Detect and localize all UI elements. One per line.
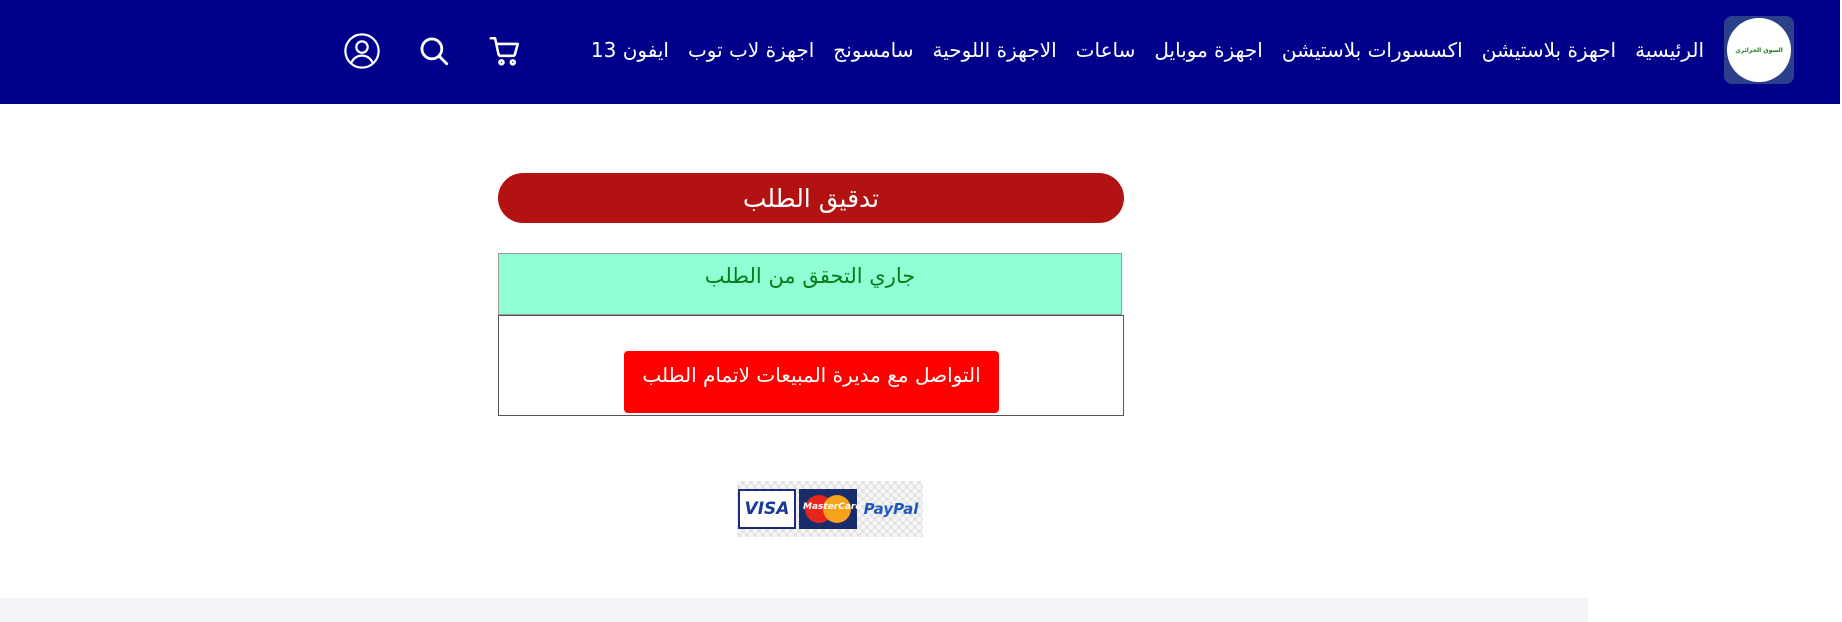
nav-item-mobile-devices[interactable]: اجهزة موبايل — [1154, 38, 1262, 62]
visa-logo: VISA — [738, 489, 796, 529]
nav-item-watches[interactable]: ساعات — [1076, 38, 1136, 62]
logo-text: السوق الجزائري — [1735, 46, 1783, 54]
nav-item-samsung[interactable]: سامسونج — [833, 38, 913, 62]
mastercard-label: MasterCard — [803, 502, 862, 512]
contact-sales-button[interactable]: التواصل مع مديرة المبيعات لاتمام الطلب — [624, 351, 999, 413]
nav-item-tablets[interactable]: الاجهزة اللوحية — [933, 38, 1057, 62]
mastercard-logo: MasterCard — [799, 489, 862, 529]
paypal-logo: PayPal — [860, 489, 922, 529]
paypal-label: PayPal — [863, 500, 919, 518]
nav-item-laptops[interactable]: اجهزة لاب توب — [688, 38, 814, 62]
visa-label: VISA — [744, 499, 790, 519]
main-nav: الرئيسية اجهزة بلاستيشن اكسسورات بلاستيش… — [591, 38, 1704, 62]
footer-strip — [0, 598, 1588, 622]
site-header: السوق الجزائري الرئيسية اجهزة بلاستيشن ا… — [0, 0, 1840, 104]
cart-icon[interactable] — [486, 32, 524, 70]
nav-item-playstation-accessories[interactable]: اكسسورات بلاستيشن — [1282, 38, 1463, 62]
mastercard-circles: MasterCard — [803, 494, 862, 524]
payment-methods: VISA MasterCard PayPal — [737, 481, 923, 537]
logo-badge: السوق الجزائري — [1727, 18, 1791, 82]
nav-item-playstation-devices[interactable]: اجهزة بلاستيشن — [1482, 38, 1616, 62]
site-logo[interactable]: السوق الجزائري — [1724, 16, 1794, 84]
search-icon[interactable] — [415, 32, 453, 70]
order-status-message: جاري التحقق من الطلب — [498, 253, 1122, 315]
action-panel: التواصل مع مديرة المبيعات لاتمام الطلب — [498, 315, 1124, 416]
nav-item-iphone-13[interactable]: ايفون 13 — [591, 38, 669, 62]
account-icon[interactable] — [343, 32, 381, 70]
nav-item-home[interactable]: الرئيسية — [1635, 38, 1704, 62]
order-review-title: تدقيق الطلب — [498, 173, 1124, 223]
